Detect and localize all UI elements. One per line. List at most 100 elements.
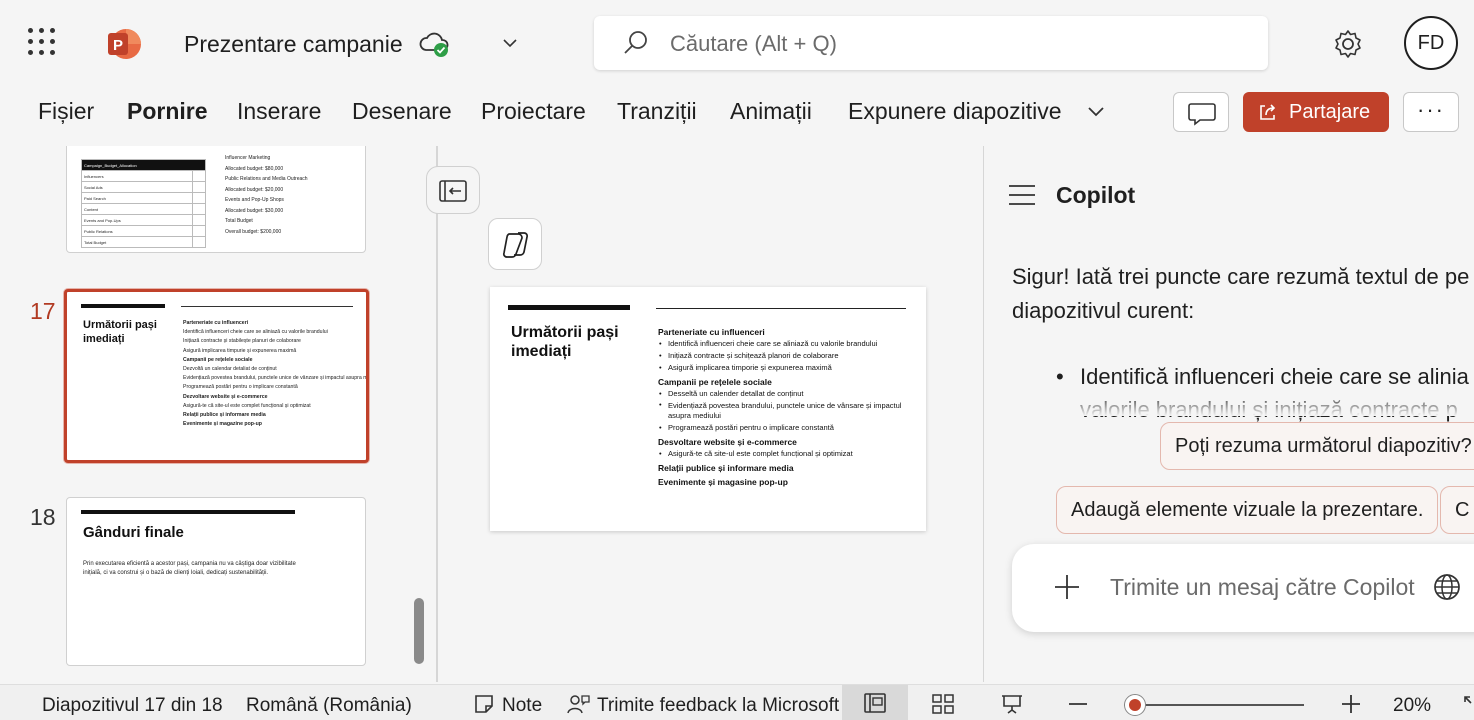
slide-title[interactable]: Următorii pași imediați	[511, 323, 641, 361]
copilot-title: Copilot	[1056, 182, 1136, 208]
slide-counter: Diapozitivul 17 din 18	[42, 695, 223, 716]
collapse-panel-icon	[439, 180, 467, 202]
thumb-bullet: Dezvoltă un calendar detaliat de conținu…	[183, 366, 277, 373]
suggestion-more[interactable]: C	[1440, 486, 1474, 534]
tab-animations[interactable]: Animații	[730, 98, 812, 125]
bullet: Asigură-te că site-ul este complet funcț…	[658, 448, 918, 460]
feedback-icon[interactable]	[566, 693, 590, 715]
bullet: Allocated budget: $30,000	[225, 207, 284, 214]
zoom-in-icon[interactable]	[1339, 693, 1363, 715]
bullet: Inițiază contracte și schițează planori …	[658, 350, 918, 362]
share-icon	[1260, 104, 1276, 120]
table-cell: Events and Pop-Ups	[81, 214, 193, 226]
slide-number-17: 17	[30, 298, 56, 324]
slide-thumbnails-pane: Campaign_Budget_Allocation Influencers S…	[0, 146, 436, 682]
table-cell: Influencers	[81, 170, 193, 182]
section-heading: Evenimente și magasine pop-up	[658, 477, 788, 487]
suggestion-add-visuals[interactable]: Adaugă elemente vizuale la prezentare.	[1056, 486, 1439, 534]
zoom-out-icon[interactable]	[1066, 693, 1090, 715]
tab-slideshow[interactable]: Expunere diapozitive	[848, 98, 1062, 125]
app-launcher-icon[interactable]	[28, 28, 56, 56]
document-title[interactable]: Prezentare campanie	[184, 31, 403, 58]
divider-line	[656, 308, 906, 309]
thumb-heading: Evenimente și magazine pop-up	[183, 421, 262, 428]
zoom-slider-track[interactable]	[1124, 704, 1304, 706]
bullet: Events and Pop-Up Shops	[225, 197, 284, 203]
thumb-heading: Campanii pe rețelele sociale	[183, 356, 253, 363]
slide-thumbnail-17[interactable]: Următorii pași imediați Parteneriate cu …	[64, 289, 369, 463]
tab-draw[interactable]: Desenare	[352, 98, 452, 125]
search-box[interactable]: Căutare (Alt + Q)	[594, 16, 1268, 70]
ribbon-tabs: Fișier Pornire Inserare Desenare Proiect…	[0, 86, 1474, 146]
copilot-bullet-line: Identifică influenceri cheie care se ali…	[1080, 364, 1469, 389]
bullet: Desseltă un calender detallat de conținu…	[658, 388, 918, 400]
search-placeholder: Căutare (Alt + Q)	[670, 31, 837, 56]
share-button[interactable]: Partajare	[1243, 92, 1389, 132]
more-tabs-chevron-icon[interactable]	[1084, 100, 1108, 122]
comments-button[interactable]	[1173, 92, 1229, 132]
thumb-bullet: Inițiază contracte și stabilește planuri…	[183, 338, 301, 345]
thumbnails-scrollbar[interactable]	[414, 598, 424, 664]
table-cell: Total Budget	[81, 236, 193, 248]
tab-file[interactable]: Fișier	[38, 98, 94, 125]
chevron-down-icon[interactable]	[500, 33, 520, 53]
tab-home[interactable]: Pornire	[127, 98, 208, 125]
powerpoint-logo-icon: P	[108, 29, 141, 59]
slide-thumbnail-18[interactable]: Gânduri finale Prin executarea eficientă…	[66, 497, 366, 666]
composer-placeholder: Trimite un mesaj către Copilot	[1110, 574, 1415, 600]
bullet: Identifică influenceri cheie care se ali…	[658, 338, 918, 350]
copilot-button[interactable]	[488, 218, 542, 270]
table-cell: Social Ads	[81, 181, 193, 193]
user-avatar[interactable]: FD	[1404, 16, 1458, 70]
plus-icon[interactable]	[1052, 572, 1082, 602]
bullet: Allocated budget: $80,000	[225, 165, 284, 172]
bullet: Total Budget	[225, 218, 253, 224]
notes-button[interactable]: Note	[502, 695, 542, 717]
pane-divider	[436, 146, 438, 682]
language-indicator[interactable]: Română (România)	[246, 695, 412, 717]
globe-icon[interactable]	[1432, 572, 1462, 602]
table-cell: Public Relations	[81, 225, 193, 237]
menu-icon[interactable]	[1008, 184, 1036, 206]
title-bar-decoration	[81, 304, 165, 308]
thumb-bullet: Asigură implicarea timpurie și expunerea…	[183, 347, 297, 354]
slide-thumbnail-16[interactable]: Campaign_Budget_Allocation Influencers S…	[66, 146, 366, 253]
svg-text:P: P	[113, 37, 123, 54]
slide-sorter-icon[interactable]	[931, 693, 955, 715]
gear-icon[interactable]	[1332, 28, 1364, 60]
bullet: Programează postări pentru o implicare c…	[658, 422, 918, 434]
zoom-level[interactable]: 20%	[1393, 695, 1431, 717]
scroll-fade	[984, 392, 1474, 416]
section-heading: Relații publice și informare media	[658, 463, 794, 473]
fit-to-window-icon[interactable]	[1462, 693, 1474, 715]
tab-insert[interactable]: Inserare	[237, 98, 321, 125]
share-label: Partajare	[1289, 100, 1371, 123]
zoom-slider-knob[interactable]	[1124, 694, 1146, 716]
cloud-saved-icon[interactable]	[418, 30, 450, 58]
tab-transitions[interactable]: Tranziții	[617, 98, 697, 125]
notes-icon[interactable]	[472, 693, 496, 715]
tab-design[interactable]: Proiectare	[481, 98, 586, 125]
normal-view-button[interactable]	[842, 685, 908, 720]
bullet: Public Relations and Media Outreach	[225, 176, 308, 182]
collapse-pane-button[interactable]	[426, 166, 480, 214]
bullet: Influencer Marketing	[225, 155, 271, 161]
current-slide[interactable]: Următorii pași imediați Parteneriate cu …	[490, 287, 926, 531]
copilot-composer[interactable]: Trimite un mesaj către Copilot	[1012, 544, 1474, 632]
suggestion-summarize-next[interactable]: Poți rezuma următorul diapozitiv?	[1160, 422, 1474, 470]
table-header: Campaign_Budget_Allocation	[81, 159, 206, 171]
reading-view-icon[interactable]	[1000, 693, 1024, 715]
more-options-button[interactable]: ···	[1403, 92, 1459, 132]
section-heading: Desvoltare website și e-commerce	[658, 437, 797, 447]
thumb-bullet: Identifică influenceri cheie care se ali…	[183, 329, 328, 336]
slide-body[interactable]: Parteneriate cu influenceri Identifică i…	[658, 324, 918, 488]
thumb-title: Gânduri finale	[83, 524, 184, 541]
thumb-heading: Relații publice și informare media	[183, 412, 266, 419]
bullet: Asigură implicarea timporie și expunerea…	[658, 362, 918, 374]
section-heading: Parteneriate cu influenceri	[658, 327, 765, 337]
feedback-button[interactable]: Trimite feedback la Microsoft	[597, 695, 839, 717]
copilot-message: Sigur! Iată trei puncte care rezumă text…	[1012, 264, 1470, 323]
budget-bullets: Influencer Marketing Allocated budget: $…	[225, 153, 308, 237]
title-bar: P Prezentare campanie Căutare (Alt + Q) …	[0, 0, 1474, 86]
thumb-body: Parteneriate cu influenceri Identifică i…	[183, 319, 366, 429]
